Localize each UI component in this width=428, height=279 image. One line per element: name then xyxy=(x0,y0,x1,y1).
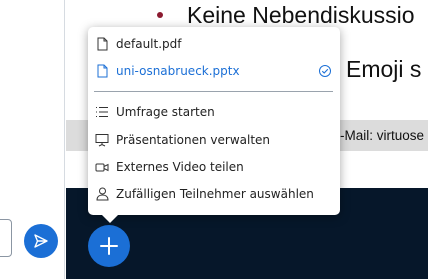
document-icon xyxy=(95,36,109,52)
menu-divider xyxy=(94,91,333,92)
menu-item-select-random-user[interactable]: Zufälligen Teilnehmer auswählen xyxy=(88,182,340,206)
menu-item-label: Externes Video teilen xyxy=(116,160,244,174)
user-icon xyxy=(95,186,109,202)
plus-icon xyxy=(100,237,118,255)
menu-item-label: uni-osnabrueck.pptx xyxy=(116,64,240,78)
slide-bullet xyxy=(157,12,163,18)
document-icon xyxy=(95,63,109,79)
menu-item-presentation-uni-osnabrueck[interactable]: uni-osnabrueck.pptx xyxy=(88,59,340,83)
presentation-icon xyxy=(95,132,109,148)
menu-item-manage-presentations[interactable]: Präsentationen verwalten xyxy=(88,128,340,152)
slide-text-line: Keine Nebendiskussio xyxy=(187,2,415,28)
video-icon xyxy=(95,159,109,175)
slide-footer-text: -Mail: virtuose xyxy=(340,128,425,143)
actions-menu: default.pdf uni-osnabrueck.pptx Umfrage … xyxy=(88,27,340,215)
send-icon xyxy=(34,234,48,248)
actions-plus-button[interactable] xyxy=(88,225,130,267)
slide-text-line: Emoji s xyxy=(346,56,422,82)
menu-item-label: Umfrage starten xyxy=(116,105,215,119)
menu-item-share-external-video[interactable]: Externes Video teilen xyxy=(88,155,340,179)
send-message-button[interactable] xyxy=(24,224,58,258)
menu-item-start-poll[interactable]: Umfrage starten xyxy=(88,100,340,124)
menu-caret xyxy=(101,214,119,223)
menu-item-label: default.pdf xyxy=(116,37,182,51)
chat-panel xyxy=(0,0,65,279)
menu-item-label: Präsentationen verwalten xyxy=(116,133,271,147)
poll-icon xyxy=(95,104,109,120)
menu-item-label: Zufälligen Teilnehmer auswählen xyxy=(116,187,314,201)
chat-message-input[interactable] xyxy=(0,219,12,257)
checkmark-icon xyxy=(319,65,331,77)
menu-item-presentation-default[interactable]: default.pdf xyxy=(88,32,340,56)
